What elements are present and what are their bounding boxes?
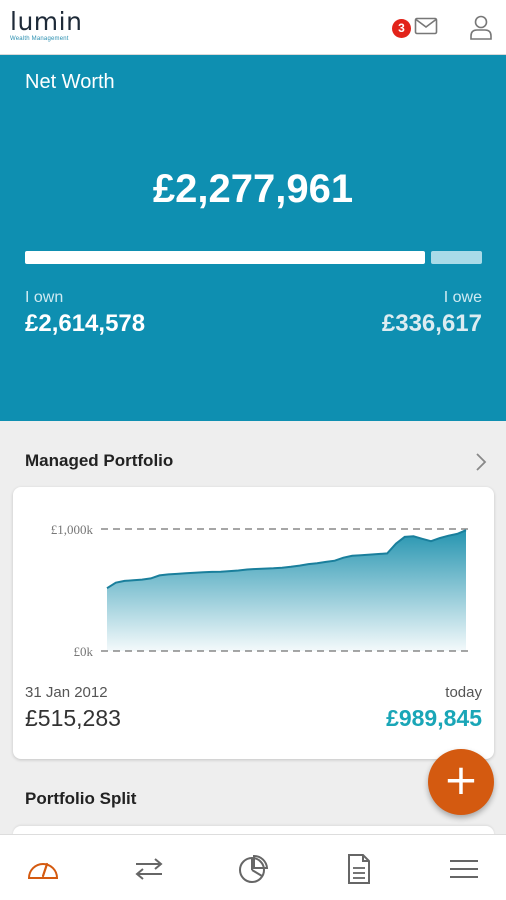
owe-value: £336,617 xyxy=(381,310,482,337)
own-owe-split-bar xyxy=(25,251,482,264)
managed-portfolio-heading[interactable]: Managed Portfolio xyxy=(25,451,173,471)
add-button[interactable]: + xyxy=(428,749,494,815)
notification-badge: 3 xyxy=(392,19,411,38)
chart-end-value: £989,845 xyxy=(386,705,482,731)
transfer-arrows-icon[interactable] xyxy=(132,853,166,885)
lumin-logo[interactable]: lumin Wealth Management xyxy=(10,7,83,43)
messages-button[interactable]: 3 xyxy=(392,16,440,40)
chart-end-label: today xyxy=(445,684,482,701)
pie-chart-icon[interactable] xyxy=(236,853,270,885)
own-label: I own xyxy=(25,289,64,306)
logo-subtitle: Wealth Management xyxy=(10,36,69,42)
net-worth-title: Net Worth xyxy=(25,71,115,93)
net-worth-amount: £2,277,961 xyxy=(152,167,354,211)
menu-icon[interactable] xyxy=(447,853,481,885)
chart-start-value: £515,283 xyxy=(25,705,121,731)
y-axis-bottom-label: £0k xyxy=(74,644,94,659)
own-value: £2,614,578 xyxy=(25,310,146,337)
logo-text: lumin xyxy=(10,7,83,36)
managed-portfolio-card[interactable]: £1,000k £0k 31 Jan 2012 £515,283 today £… xyxy=(13,487,494,759)
chevron-right-icon[interactable] xyxy=(474,452,488,472)
portfolio-split-heading[interactable]: Portfolio Split xyxy=(25,789,136,809)
chart-start-date: 31 Jan 2012 xyxy=(25,684,108,701)
portfolio-area-chart: £1,000k £0k xyxy=(51,522,468,659)
bottom-navigation xyxy=(0,834,506,900)
document-icon[interactable] xyxy=(342,853,376,885)
owe-bar-segment xyxy=(431,251,482,264)
portfolio-area xyxy=(107,530,466,651)
net-worth-panel: Net Worth £2,277,961 I own £2,614,578 I … xyxy=(0,55,506,421)
dashboard-gauge-icon[interactable] xyxy=(26,853,60,885)
mail-icon xyxy=(414,17,438,35)
user-profile-icon[interactable] xyxy=(469,14,493,40)
top-bar: lumin Wealth Management 3 xyxy=(0,0,506,55)
owe-label: I owe xyxy=(443,289,482,306)
own-bar-segment xyxy=(25,251,425,264)
y-axis-top-label: £1,000k xyxy=(51,522,94,537)
plus-icon: + xyxy=(443,755,479,804)
